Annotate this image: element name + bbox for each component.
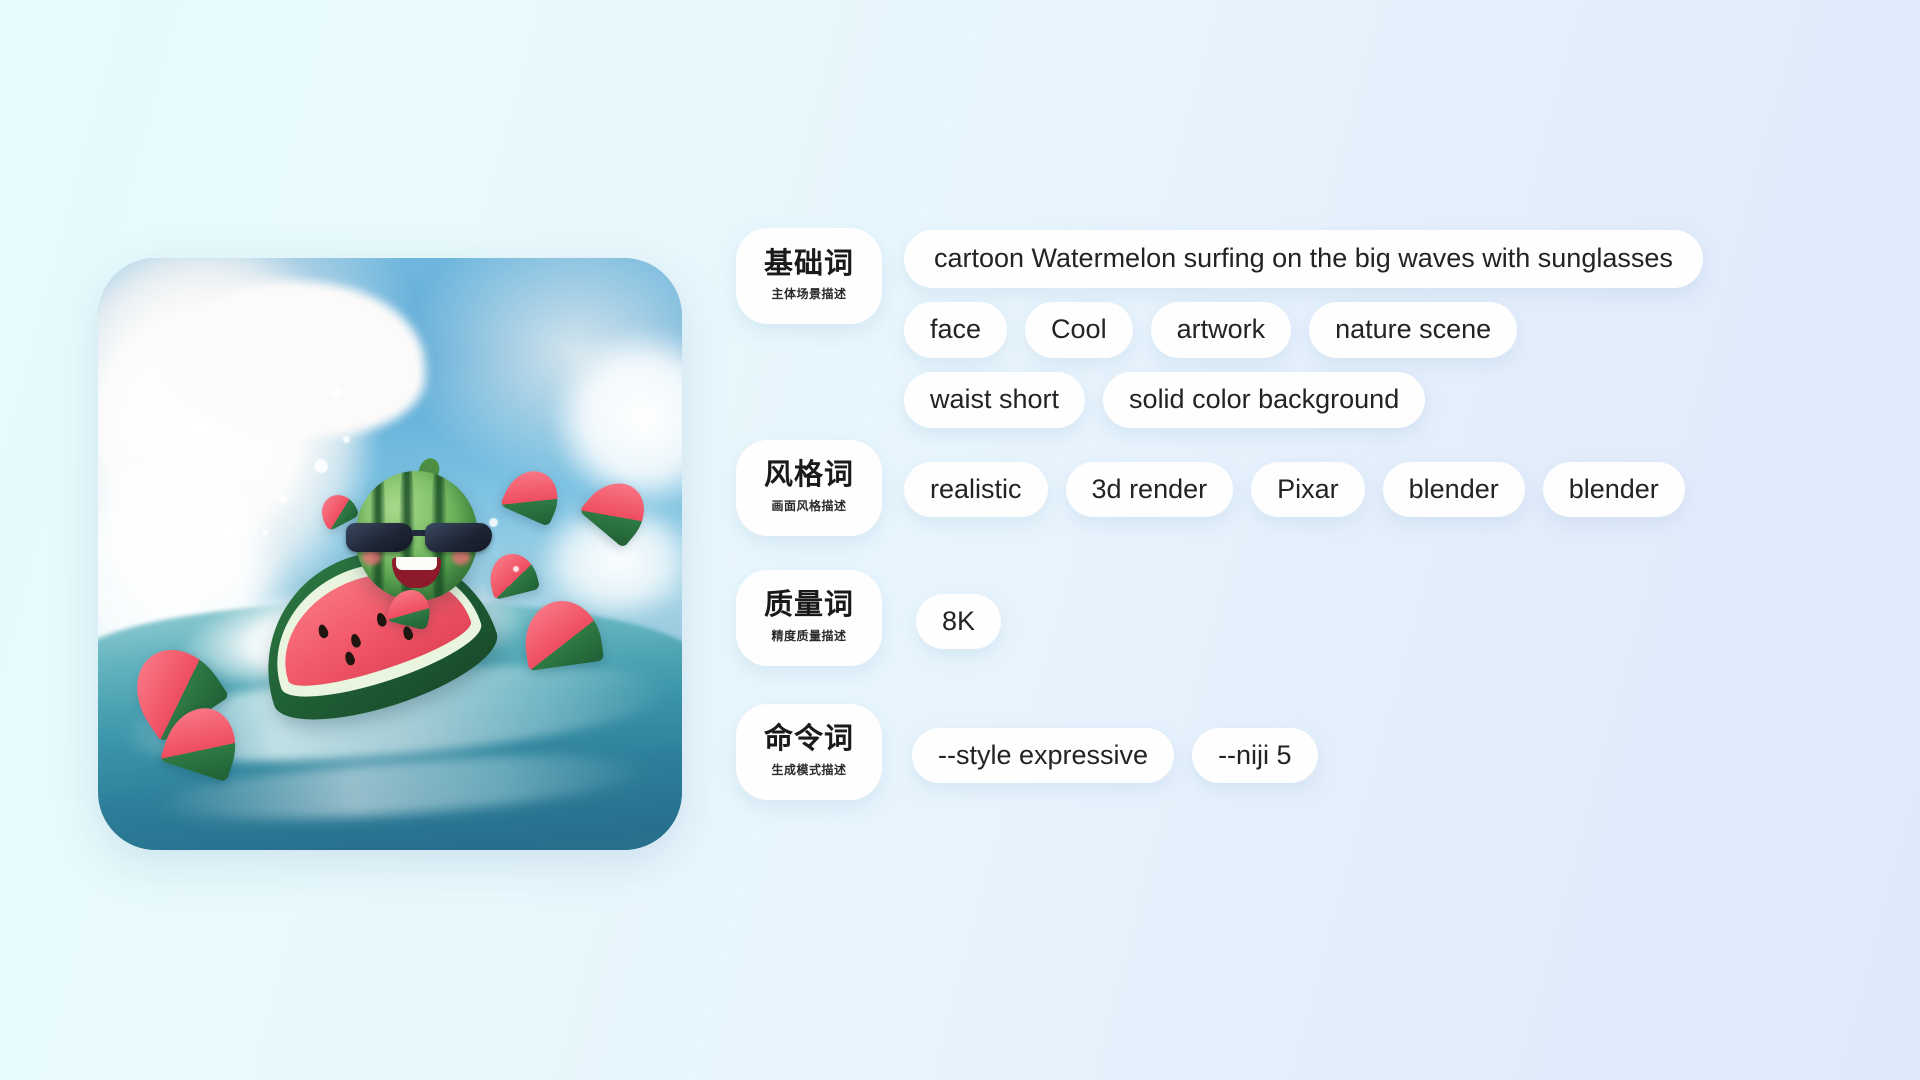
generated-image-card[interactable] [98,258,682,850]
chip-row: 8K [916,593,1856,650]
prompt-chip[interactable]: blender [1382,461,1525,518]
chip-row: realistic 3d render Pixar blender blende… [904,461,1856,518]
prompt-chip[interactable]: Cool [1025,301,1133,358]
prompt-chip[interactable]: 8K [916,593,1002,650]
water-droplet [279,494,288,503]
prompt-chip[interactable]: realistic [904,461,1048,518]
chips-column-base: cartoon Watermelon surfing on the big wa… [882,228,1856,428]
watermelon-character [345,455,492,602]
category-group-base: 基础词 主体场景描述 cartoon Watermelon surfing on… [736,228,1856,428]
sunglasses-lens-right [424,523,492,552]
prompt-chip[interactable]: --style expressive [912,727,1175,784]
chips-column-command: --style expressive --niji 5 [882,704,1856,784]
category-title: 基础词 [763,245,854,280]
water-droplet [512,565,519,572]
category-group-quality: 质量词 精度质量描述 8K [736,569,1856,666]
prompt-chip[interactable]: solid color background [1103,371,1426,428]
wave-crest [168,281,426,436]
category-subtitle: 主体场景描述 [771,287,847,302]
prompt-chip[interactable]: nature scene [1309,301,1518,358]
category-card-quality[interactable]: 质量词 精度质量描述 [736,569,882,666]
melon-teeth [395,557,437,571]
category-subtitle: 生成模式描述 [771,763,847,778]
category-title: 风格词 [763,457,854,492]
prompt-chip[interactable]: cartoon Watermelon surfing on the big wa… [904,230,1703,288]
chips-column-style: realistic 3d render Pixar blender blende… [882,440,1856,518]
prompt-chip[interactable]: blender [1542,461,1685,518]
prompt-chip[interactable]: Pixar [1251,461,1365,518]
sunglasses-icon [343,523,495,552]
chip-row: cartoon Watermelon surfing on the big wa… [904,230,1856,288]
category-subtitle: 精度质量描述 [771,629,847,644]
prompt-chip[interactable]: face [904,301,1008,358]
watermelon-surf-illustration [98,258,682,850]
category-card-command[interactable]: 命令词 生成模式描述 [736,703,882,800]
chip-row: waist short solid color background [904,371,1856,428]
chip-row: --style expressive --niji 5 [912,727,1856,784]
prompt-breakdown-page: 基础词 主体场景描述 cartoon Watermelon surfing on… [0,0,1920,1080]
prompt-categories-panel: 基础词 主体场景描述 cartoon Watermelon surfing on… [736,228,1856,800]
prompt-chip[interactable]: waist short [904,371,1086,428]
water-droplet [331,388,342,399]
category-group-command: 命令词 生成模式描述 --style expressive --niji 5 [736,703,1856,800]
category-title: 命令词 [763,721,854,756]
chip-row: face Cool artwork nature scene [904,301,1856,358]
prompt-chip[interactable]: 3d render [1065,461,1234,518]
prompt-chip[interactable]: --niji 5 [1192,727,1318,784]
preview-image-container[interactable] [98,258,682,850]
chips-column-quality: 8K [882,570,1856,650]
category-card-style[interactable]: 风格词 画面风格描述 [736,439,882,536]
category-title: 质量词 [763,587,854,622]
sunglasses-lens-left [345,523,413,552]
category-subtitle: 画面风格描述 [771,499,847,514]
category-card-base[interactable]: 基础词 主体场景描述 [736,228,882,324]
water-droplet [261,530,268,537]
prompt-chip[interactable]: artwork [1150,301,1292,358]
water-droplet [343,435,351,443]
category-group-style: 风格词 画面风格描述 realistic 3d render Pixar ble… [736,439,1856,536]
